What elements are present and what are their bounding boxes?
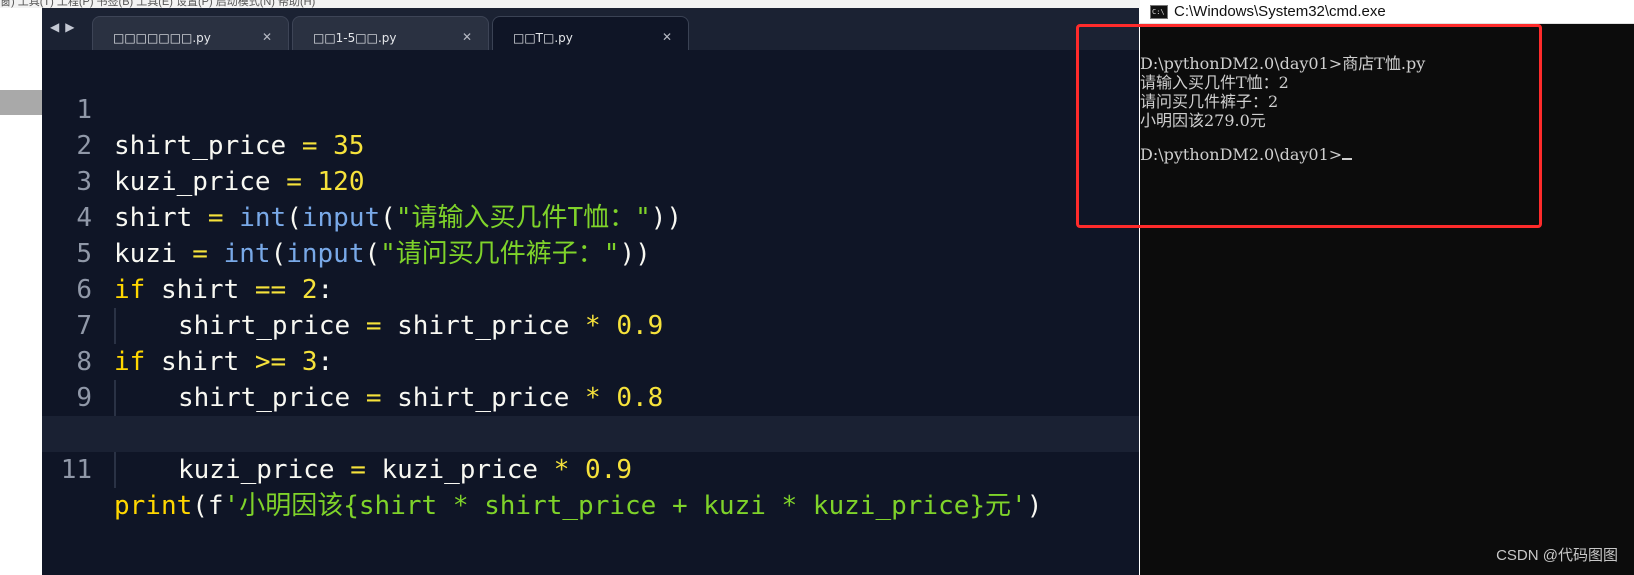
code-editor[interactable]: ◀▶ □□□□□□□.py ✕ □□1-5□□.py ✕ □□T□.py ✕ 1… <box>42 8 1139 575</box>
code-text: print(f'小明因该{shirt * shirt_price + kuzi … <box>114 491 1043 521</box>
menu-bar[interactable]: 窗) 工具(T) 工程(P) 书签(B) 工具(E) 设置(P) 启动模式(N)… <box>0 0 1140 8</box>
code-line: 8 shirt_price = shirt_price * 0.8 <box>42 308 1139 416</box>
tab-label: □□T□.py <box>513 31 573 45</box>
code-line: 10 kuzi_price = kuzi_price * 0.9 <box>42 380 1139 488</box>
close-icon[interactable]: ✕ <box>262 30 272 44</box>
cmd-title: C:\Windows\System32\cmd.exe <box>1174 3 1386 20</box>
code-line: 6 shirt_price = shirt_price * 0.9 <box>42 236 1139 344</box>
tab-forward-icon[interactable]: ▶ <box>65 20 80 34</box>
tab-nav-arrows[interactable]: ◀▶ <box>50 20 80 34</box>
tab-bar: ◀▶ □□□□□□□.py ✕ □□1-5□□.py ✕ □□T□.py ✕ <box>42 8 1139 50</box>
code-area[interactable]: 1 shirt_price = 35 2 kuzi_price = 120 3 … <box>42 56 1139 521</box>
tab-back-icon[interactable]: ◀ <box>50 20 65 34</box>
close-icon[interactable]: ✕ <box>662 30 672 44</box>
code-line: 3 shirt = int(input("请输入买几件T恤：")) <box>42 128 1139 233</box>
tab-file-active[interactable]: □□T□.py ✕ <box>492 16 689 50</box>
code-text: kuzi_price = kuzi_price * 0.9 <box>114 452 632 488</box>
line-number: 11 <box>60 455 92 485</box>
tab-file-1[interactable]: □□□□□□□.py ✕ <box>92 16 289 50</box>
code-line: 9 if kuzi >= 2: <box>42 344 1139 449</box>
close-icon[interactable]: ✕ <box>462 30 472 44</box>
code-line: 2 kuzi_price = 120 <box>42 92 1139 197</box>
cmd-title-bar[interactable]: C:\ C:\Windows\System32\cmd.exe <box>1140 0 1634 24</box>
terminal-icon: C:\ <box>1150 5 1168 19</box>
code-line-current: 11 print(f'小明因该{shirt * shirt_price + ku… <box>42 416 1139 521</box>
tab-file-2[interactable]: □□1-5□□.py ✕ <box>292 16 489 50</box>
watermark: CSDN @代码图图 <box>1496 547 1618 564</box>
tab-label: □□□□□□□.py <box>113 31 211 45</box>
code-line: 4 kuzi = int(input("请问买几件裤子：")) <box>42 164 1139 269</box>
highlight-box <box>1076 24 1542 228</box>
code-line: 5 if shirt == 2: <box>42 200 1139 305</box>
code-line: 1 shirt_price = 35 <box>42 56 1139 161</box>
left-panel-marker <box>0 90 42 115</box>
code-line: 7 if shirt >= 3: <box>42 272 1139 377</box>
tab-label: □□1-5□□.py <box>313 31 397 45</box>
